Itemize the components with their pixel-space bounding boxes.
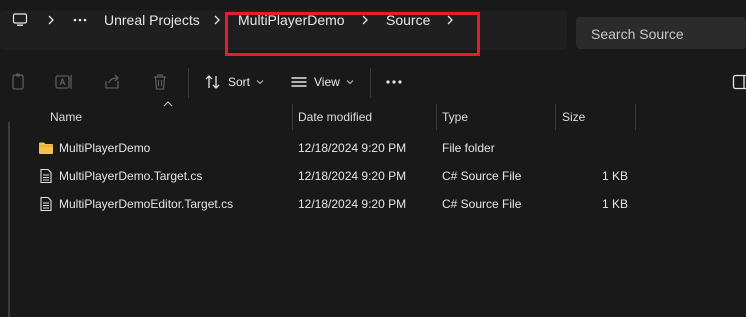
file-type: C# Source File <box>442 169 522 183</box>
search-input[interactable]: Search Source <box>576 17 746 49</box>
details-pane-icon[interactable] <box>732 72 746 92</box>
column-divider[interactable] <box>436 104 437 130</box>
copy-icon[interactable] <box>8 72 28 92</box>
chevron-down-icon <box>346 80 354 85</box>
file-date: 12/18/2024 9:20 PM <box>298 141 407 155</box>
file-type: C# Source File <box>442 197 522 211</box>
view-icon <box>291 77 307 87</box>
see-more-button[interactable] <box>385 72 403 92</box>
sort-button[interactable]: Sort <box>204 72 264 92</box>
chevron-right-icon[interactable] <box>210 13 224 27</box>
column-divider[interactable] <box>635 104 636 130</box>
column-header-size[interactable]: Size <box>562 104 585 130</box>
more-icon <box>386 80 402 84</box>
toolbar-divider <box>370 68 371 98</box>
delete-icon[interactable] <box>150 72 170 92</box>
file-row[interactable]: MultiPlayerDemoEditor.Target.cs 12/18/20… <box>30 191 630 217</box>
rename-icon[interactable] <box>54 72 74 92</box>
navigation-pane-scrollbar[interactable] <box>8 122 10 317</box>
column-divider[interactable] <box>292 104 293 130</box>
file-name: MultiPlayerDemo.Target.cs <box>59 169 203 183</box>
search-placeholder: Search Source <box>591 26 684 42</box>
pc-icon <box>12 13 28 26</box>
document-icon <box>40 168 52 184</box>
file-size: 1 KB <box>601 169 628 183</box>
chevron-right-icon[interactable] <box>44 13 58 27</box>
highlight-box <box>225 12 480 56</box>
view-button[interactable]: View <box>290 72 354 92</box>
document-icon <box>40 196 52 212</box>
file-size <box>555 135 628 161</box>
file-row[interactable]: MultiPlayerDemo.Target.cs 12/18/2024 9:2… <box>30 163 630 189</box>
sort-ascending-icon <box>163 101 173 107</box>
file-size: 1 KB <box>601 197 628 211</box>
view-label: View <box>314 75 340 89</box>
file-type: File folder <box>442 141 495 155</box>
file-date: 12/18/2024 9:20 PM <box>298 169 407 183</box>
folder-icon <box>39 142 53 154</box>
command-bar: Sort View <box>0 60 746 104</box>
more-icon <box>73 18 87 22</box>
breadcrumb-unreal-projects[interactable]: Unreal Projects <box>104 0 200 40</box>
chevron-down-icon <box>256 80 264 85</box>
sort-label: Sort <box>228 75 251 89</box>
column-header-type[interactable]: Type <box>442 104 468 130</box>
toolbar-divider <box>188 68 189 98</box>
sort-icon <box>205 75 220 89</box>
column-header-name[interactable]: Name <box>50 104 82 130</box>
this-pc-button[interactable] <box>12 0 28 40</box>
file-date: 12/18/2024 9:20 PM <box>298 197 407 211</box>
file-name: MultiPlayerDemo <box>59 141 151 155</box>
file-name: MultiPlayerDemoEditor.Target.cs <box>59 197 234 211</box>
share-icon[interactable] <box>103 72 123 92</box>
file-row[interactable]: MultiPlayerDemo 12/18/2024 9:20 PM File … <box>30 135 630 161</box>
column-header-date-modified[interactable]: Date modified <box>298 104 372 130</box>
column-divider[interactable] <box>555 104 556 130</box>
more-breadcrumbs-button[interactable] <box>73 0 87 40</box>
